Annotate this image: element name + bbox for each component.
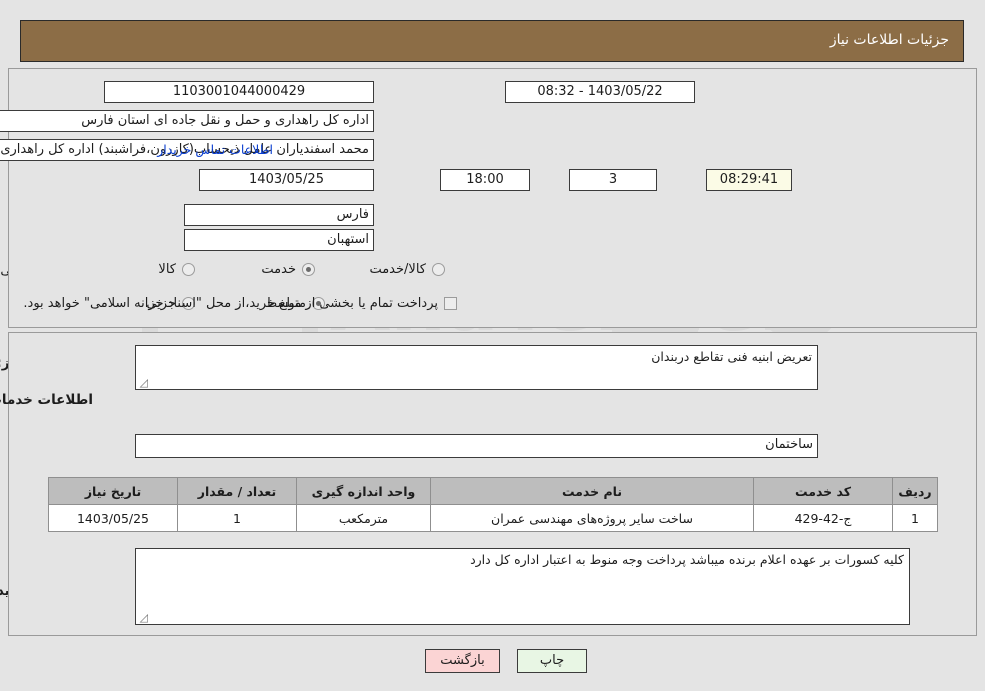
radio-category-kala[interactable]: کالا [158,262,195,277]
col-unit: واحد اندازه گیری [296,477,431,505]
cell-service-code: ج-42-429 [753,504,893,532]
col-service-code: کد خدمت [753,477,893,505]
cell-service-name: ساخت سایر پروژه‌های مهندسی عمران [430,504,754,532]
col-radif: ردیف [892,477,938,505]
cell-radif: 1 [892,504,938,532]
cell-need-date: 1403/05/25 [48,504,178,532]
resize-grip-icon[interactable]: ◿ [138,377,148,388]
page-title: جزئیات اطلاعات نیاز [829,32,949,48]
buyer-notes-textarea[interactable]: کلیه کسورات بر عهده اعلام برنده میباشد پ… [135,548,910,625]
general-description-value: تعریض ابنیه فنی تقاطع دربندان [651,349,812,364]
checkbox-islamic-treasury-bonds[interactable]: پرداخت تمام یا بخشی از مبلغ خرید،از محل … [23,296,457,311]
radio-category-khedmat-label: خدمت [261,262,296,277]
deadline-date-value: 1403/05/25 [199,169,374,191]
remaining-days-value: 3 [569,169,657,191]
countdown-timer-value: 08:29:41 [706,169,792,191]
table-row[interactable]: 1 ج-42-429 ساخت سایر پروژه‌های مهندسی عم… [48,504,938,532]
radio-category-kala-label: کالا [158,262,176,277]
col-need-date: تاریخ نیاز [48,477,178,505]
page-root: AnaTender nTender.net جزئیات اطلاعات نیا… [0,0,985,691]
header-bar: جزئیات اطلاعات نیاز [20,20,964,62]
deadline-hour-value: 18:00 [440,169,530,191]
general-description-textarea[interactable]: تعریض ابنیه فنی تقاطع دربندان ◿ [135,345,818,390]
print-button[interactable]: چاپ [517,649,587,673]
back-button[interactable]: بازگشت [425,649,500,673]
buyer-org-value: اداره کل راهداری و حمل و نقل جاده ای است… [0,110,374,132]
buyer-contact-link[interactable]: اطلاعات تماس خریدار [157,142,273,157]
resize-grip-icon[interactable]: ◿ [138,612,148,623]
cell-unit: مترمکعب [296,504,431,532]
delivery-city-value: استهبان [184,229,374,251]
col-quantity: تعداد / مقدار [177,477,297,505]
services-table: ردیف کد خدمت نام خدمت واحد اندازه گیری ت… [48,477,938,532]
radio-icon [182,263,195,276]
delivery-province-value: فارس [184,204,374,226]
islamic-treasury-note-label: پرداخت تمام یا بخشی از مبلغ خرید،از محل … [23,296,438,311]
radio-category-khedmat[interactable]: خدمت [261,262,315,277]
services-section-title: اطلاعات خدمات مورد نیاز [0,392,93,408]
checkbox-icon [444,297,457,310]
need-info-panel [8,68,977,328]
radio-icon-selected [302,263,315,276]
cell-quantity: 1 [177,504,297,532]
table-header-row: ردیف کد خدمت نام خدمت واحد اندازه گیری ت… [48,477,938,505]
col-service-name: نام خدمت [430,477,754,505]
radio-icon [432,263,445,276]
radio-category-kala-khedmat-label: کالا/خدمت [369,262,426,277]
radio-category-kala-khedmat[interactable]: کالا/خدمت [369,262,445,277]
need-number-value: 1103001044000429 [104,81,374,103]
announce-datetime-value: 1403/05/22 - 08:32 [505,81,695,103]
service-group-value: ساختمان [135,434,818,458]
buyer-notes-value: کلیه کسورات بر عهده اعلام برنده میباشد پ… [470,552,904,567]
